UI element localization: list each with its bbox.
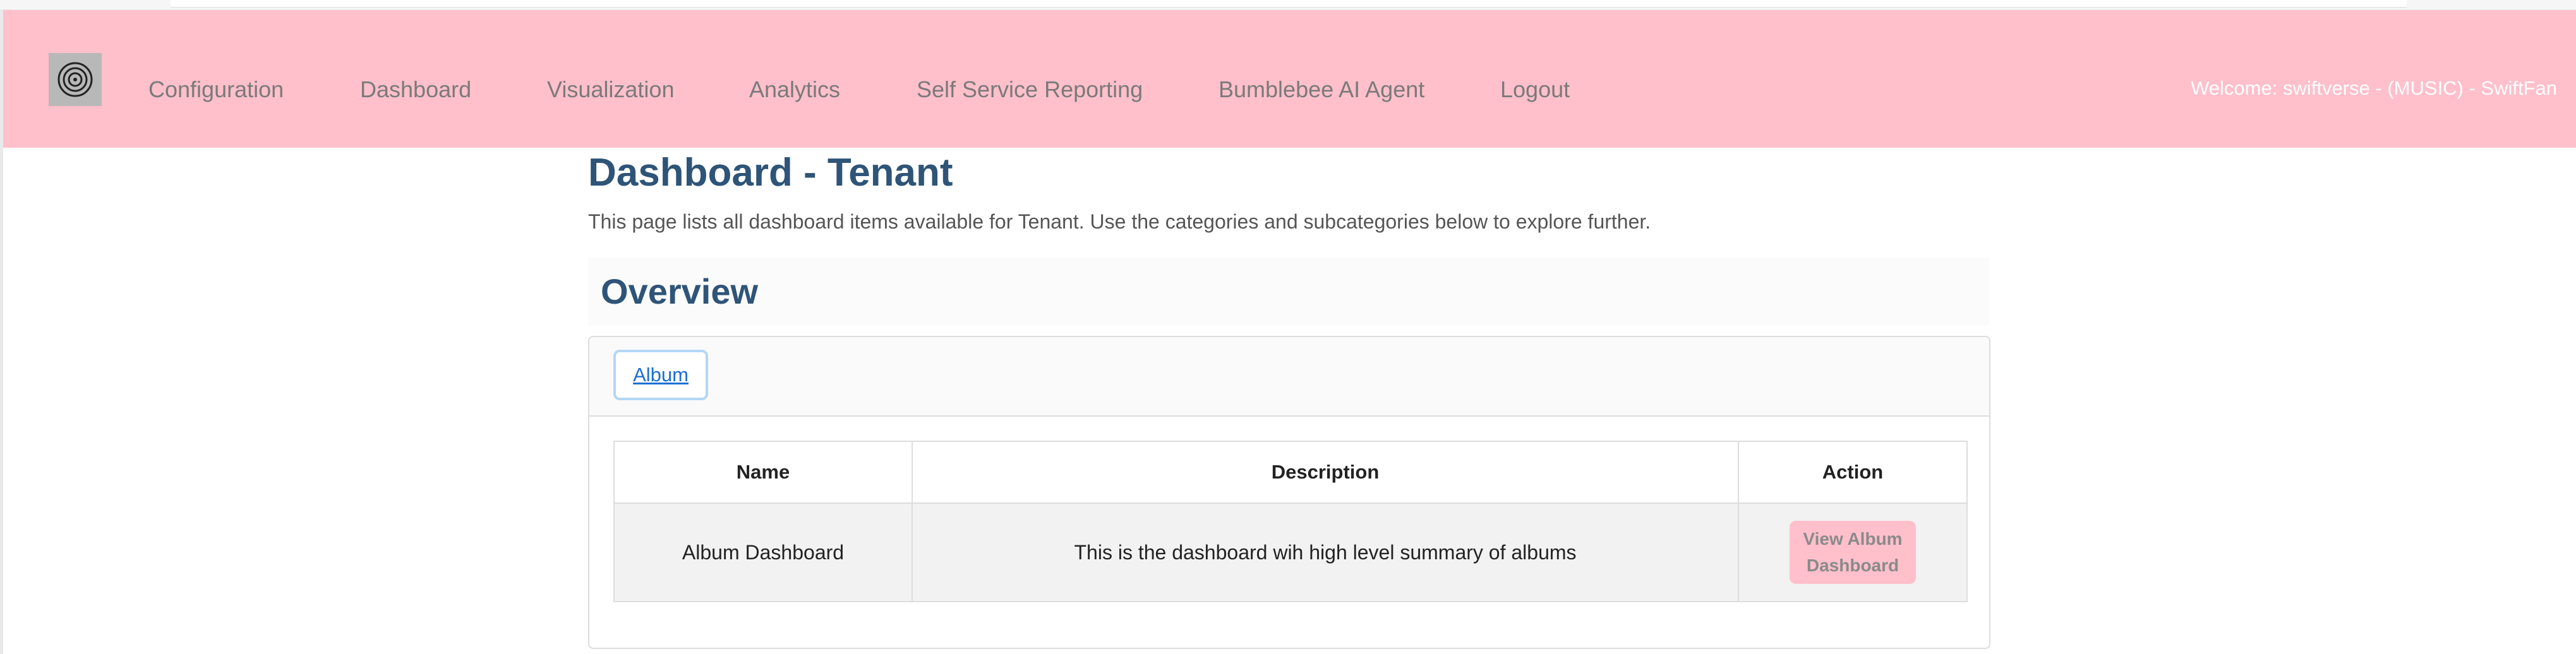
- category-tabs: Album: [589, 337, 1989, 417]
- nav-link-dashboard[interactable]: Dashboard: [360, 77, 471, 102]
- dashboard-table: Name Description Action Album Dashboard …: [613, 441, 1968, 602]
- nav-link-logout[interactable]: Logout: [1500, 77, 1570, 102]
- cell-description: This is the dashboard wih high level sum…: [912, 502, 1739, 602]
- page-intro: This page lists all dashboard items avai…: [588, 210, 1651, 233]
- nav-link-configuration[interactable]: Configuration: [148, 77, 284, 102]
- table-header-row: Name Description Action: [613, 441, 1968, 504]
- overview-heading: Overview: [601, 271, 759, 311]
- tab-album[interactable]: Album: [613, 350, 708, 400]
- column-header-action: Action: [1738, 441, 1968, 504]
- table-row: Album Dashboard This is the dashboard wi…: [613, 502, 1968, 602]
- column-header-description: Description: [912, 441, 1739, 504]
- browser-top-strip: [0, 0, 2576, 10]
- page-title: Dashboard - Tenant: [588, 151, 953, 194]
- view-album-dashboard-button[interactable]: View Album Dashboard: [1790, 521, 1916, 584]
- spiral-logo-icon: [57, 62, 93, 97]
- column-header-name: Name: [613, 441, 913, 504]
- nav-link-analytics[interactable]: Analytics: [749, 77, 840, 102]
- nav-link-bumblebee-ai-agent[interactable]: Bumblebee AI Agent: [1219, 77, 1424, 102]
- browser-address-strip: [171, 0, 2407, 8]
- overview-section-header: Overview: [588, 258, 1989, 326]
- welcome-message: Welcome: swiftverse - (MUSIC) - SwiftFan: [2191, 77, 2557, 99]
- nav-link-visualization[interactable]: Visualization: [547, 77, 674, 102]
- overview-panel: Album Name Description Action Album Dash…: [588, 336, 1990, 649]
- cell-name: Album Dashboard: [613, 502, 913, 602]
- nav-link-self-service-reporting[interactable]: Self Service Reporting: [917, 77, 1143, 102]
- cell-action: View Album Dashboard: [1738, 502, 1968, 602]
- top-navbar: Configuration Dashboard Visualization An…: [3, 10, 2576, 148]
- brand-logo[interactable]: [49, 53, 102, 106]
